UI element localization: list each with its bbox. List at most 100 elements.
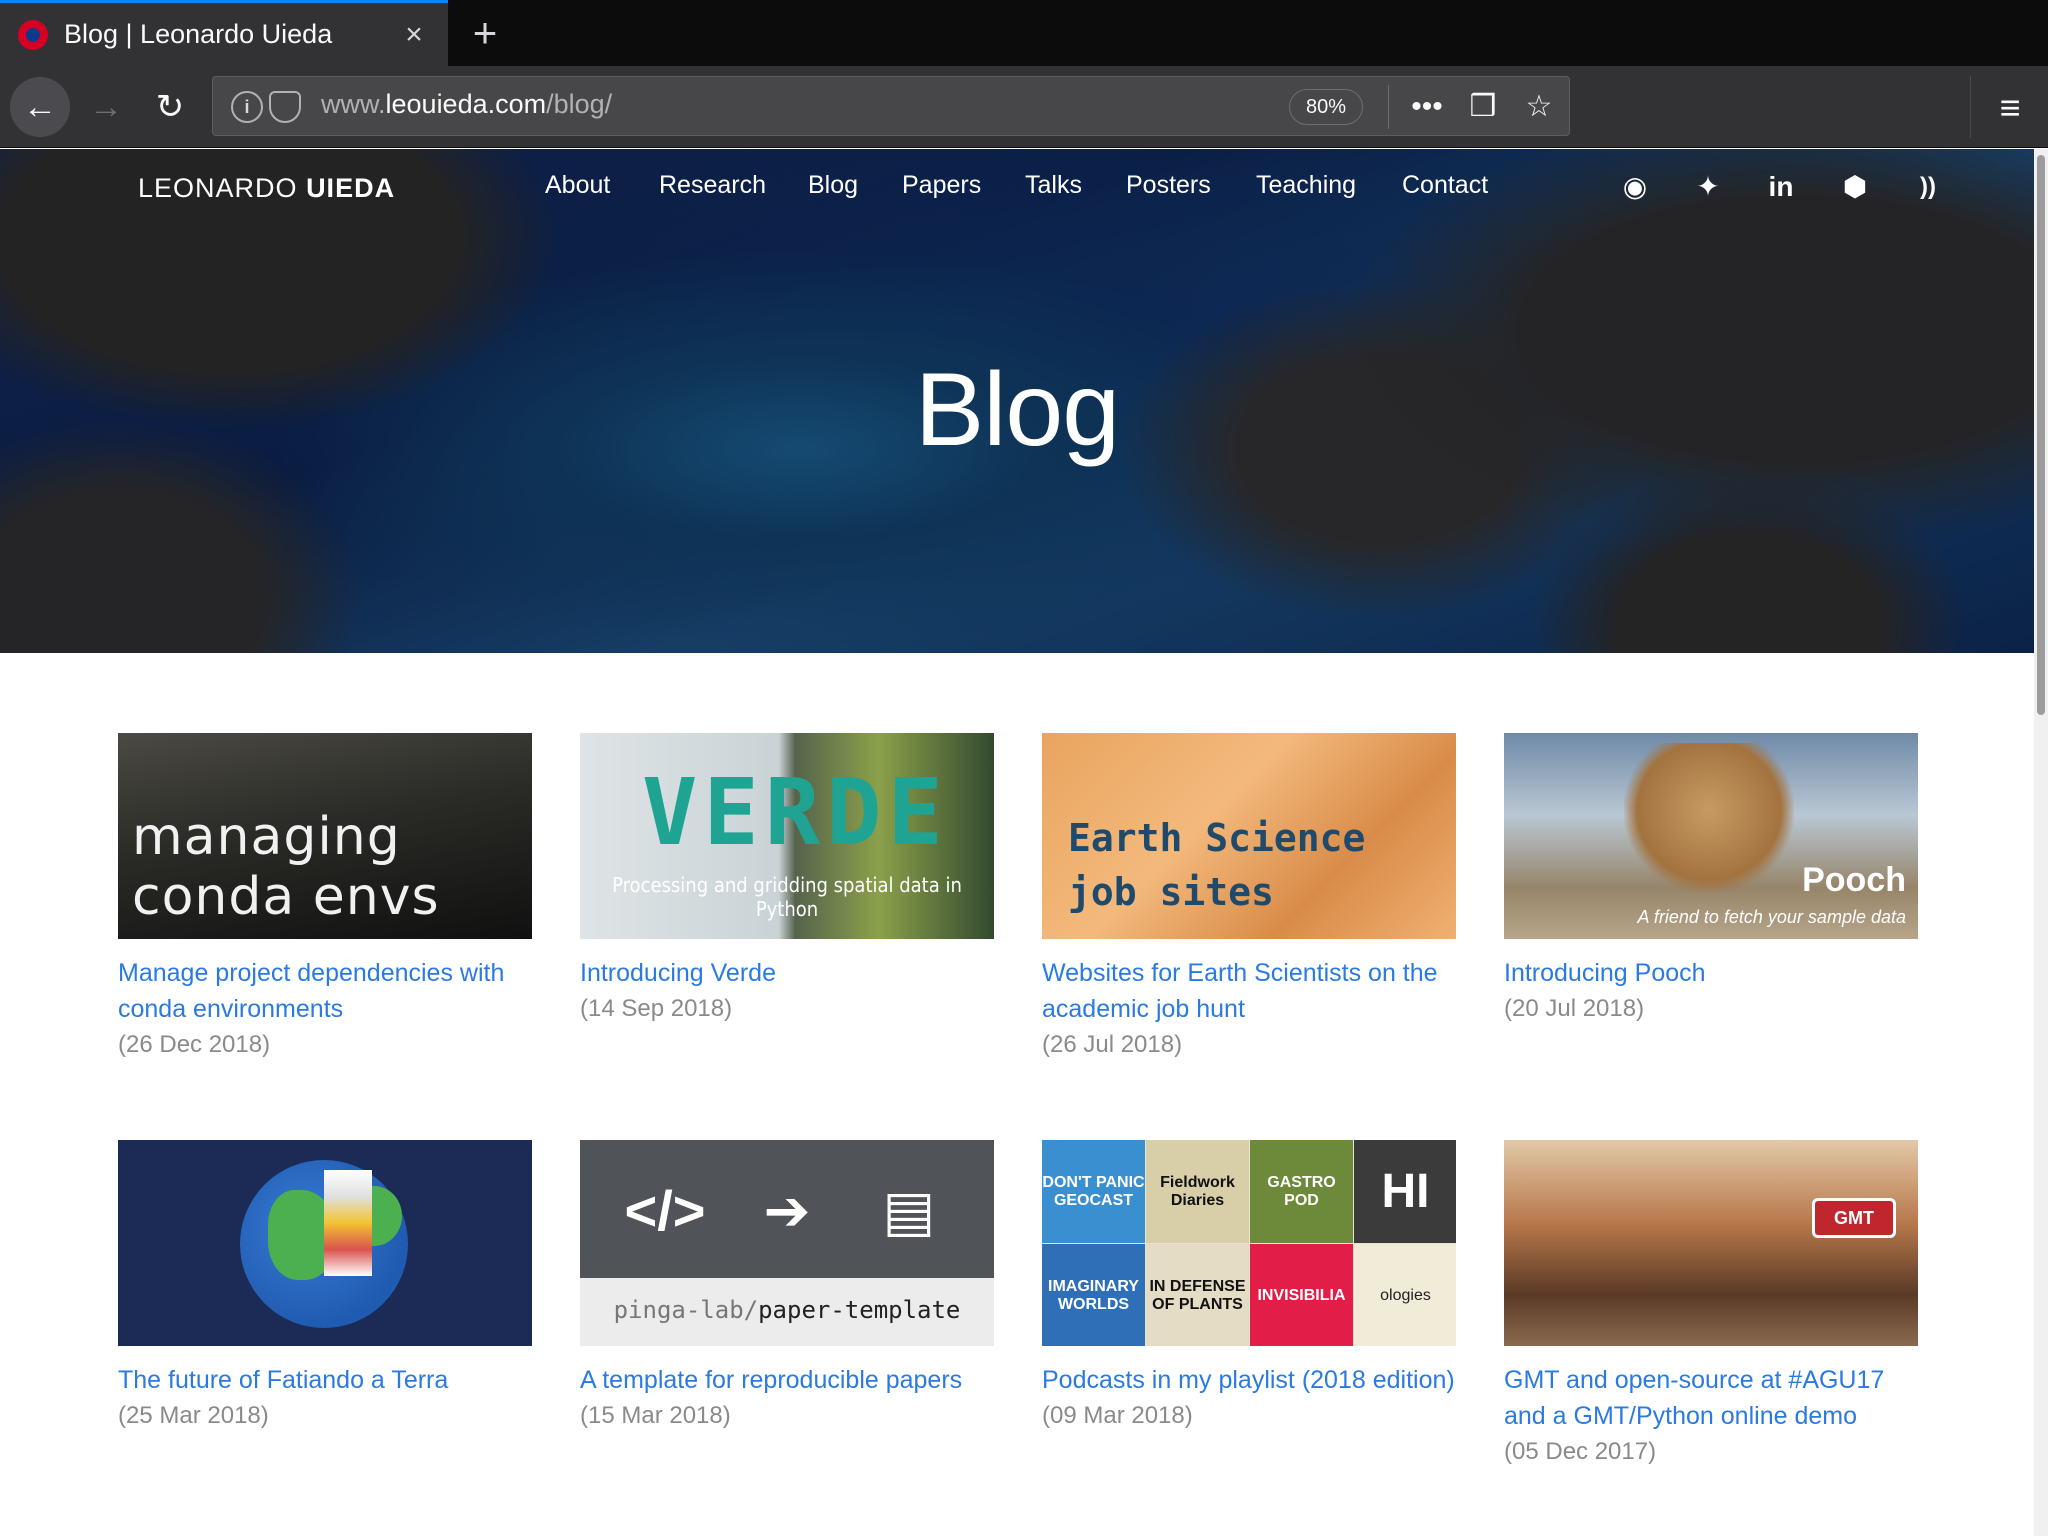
reload-icon[interactable]: ↻ <box>140 77 200 137</box>
thumbnail-subtitle: Processing and gridding spatial data in … <box>612 873 962 921</box>
post-date: (20 Jul 2018) <box>1504 995 1645 1022</box>
nav-link-contact[interactable]: Contact <box>1402 171 1488 200</box>
url-path: /blog/ <box>546 89 613 119</box>
post-title-link[interactable]: Manage project dependencies with conda e… <box>118 955 532 1027</box>
site-favicon-icon <box>18 19 48 50</box>
post-thumbnail-pooch[interactable]: Pooch A friend to fetch your sample data <box>1504 733 1918 939</box>
podcast-tile: GASTRO POD <box>1250 1140 1353 1243</box>
post-thumbnail-gmt[interactable]: GMT <box>1504 1140 1918 1346</box>
tab-title: Blog | Leonardo Uieda <box>64 19 333 49</box>
post-title-link[interactable]: Introducing Pooch <box>1504 955 1918 991</box>
tab-close-icon[interactable]: × <box>394 18 434 52</box>
twitter-icon[interactable]: ✦ <box>1688 167 1728 207</box>
thumbnail-caption-line: job sites <box>1068 870 1274 914</box>
thumbnail-subtitle: A friend to fetch your sample data <box>1637 907 1906 927</box>
tab-strip: Blog | Leonardo Uieda × + <box>0 0 2048 66</box>
post-thumbnail-podcasts[interactable]: DON'T PANIC GEOCAST Fieldwork Diaries GA… <box>1042 1140 1456 1346</box>
post-card: DON'T PANIC GEOCAST Fieldwork Diaries GA… <box>1042 1140 1456 1434</box>
post-date: (26 Jul 2018) <box>1042 1031 1183 1058</box>
post-thumbnail-verde[interactable]: VERDE Processing and gridding spatial da… <box>580 733 994 939</box>
back-arrow-icon[interactable]: ← <box>10 77 70 137</box>
post-title-link[interactable]: Podcasts in my playlist (2018 edition) <box>1042 1362 1456 1398</box>
site-brand[interactable]: LEONARDO UIEDA <box>138 173 395 204</box>
podcast-tile: DON'T PANIC GEOCAST <box>1042 1140 1145 1243</box>
post-date: (15 Mar 2018) <box>580 1402 731 1429</box>
brand-first-name: LEONARDO <box>138 173 298 203</box>
nav-link-teaching[interactable]: Teaching <box>1256 171 1356 200</box>
thumbnail-caption-line: conda envs <box>132 867 440 927</box>
post-card: The future of Fatiando a Terra (25 Mar 2… <box>118 1140 532 1434</box>
post-thumbnail-conda[interactable]: managing conda envs <box>118 733 532 939</box>
post-card: Pooch A friend to fetch your sample data… <box>1504 733 1918 1027</box>
post-date: (05 Dec 2017) <box>1504 1438 1657 1465</box>
linkedin-icon[interactable]: in <box>1761 167 1801 207</box>
hamburger-menu-icon[interactable]: ≡ <box>1982 80 2038 136</box>
pocket-icon[interactable]: ❒ <box>1459 83 1507 131</box>
url-prefix: www. <box>321 89 386 119</box>
post-card: GMT GMT and open-source at #AGU17 and a … <box>1504 1140 1918 1470</box>
podcast-tile: ologies <box>1354 1244 1456 1346</box>
repo-owner: pinga-lab/ <box>613 1296 759 1324</box>
page-scrollbar[interactable] <box>2034 149 2048 1536</box>
post-card: VERDE Processing and gridding spatial da… <box>580 733 994 1027</box>
arrow-right-icon: ➔ <box>763 1179 811 1242</box>
post-title-link[interactable]: The future of Fatiando a Terra <box>118 1362 532 1398</box>
gmt-sign: GMT <box>1812 1198 1896 1238</box>
nav-link-papers[interactable]: Papers <box>902 171 981 200</box>
post-title-link[interactable]: Websites for Earth Scientists on the aca… <box>1042 955 1456 1027</box>
toolbar-divider <box>1970 76 1971 138</box>
post-title-link[interactable]: A template for reproducible papers <box>580 1362 994 1398</box>
brand-last-name: UIEDA <box>306 173 396 203</box>
address-bar[interactable]: i www.leouieda.com/blog/ 80% ••• ❒ ☆ <box>212 76 1570 136</box>
url-host: leouieda.com <box>385 89 547 119</box>
scrollbar-thumb[interactable] <box>2037 155 2045 715</box>
forward-arrow-icon[interactable]: → <box>76 77 136 137</box>
thumbnail-logo-text: VERDE <box>642 759 949 866</box>
post-card: </> ➔ ▤ pinga-lab/paper-template A templ… <box>580 1140 994 1434</box>
thumbnail-caption-line: managing <box>132 807 401 867</box>
podcast-tile: IMAGINARY WORLDS <box>1042 1244 1145 1346</box>
address-bar-divider <box>1388 85 1389 129</box>
dog-photo <box>1624 743 1794 893</box>
new-tab-icon[interactable]: + <box>460 6 510 60</box>
github-icon[interactable]: ◉ <box>1615 167 1655 207</box>
nav-link-blog[interactable]: Blog <box>808 171 858 200</box>
post-card: Earth Science job sites Websites for Eart… <box>1042 733 1456 1063</box>
document-icon: ▤ <box>882 1179 936 1242</box>
nav-link-posters[interactable]: Posters <box>1126 171 1211 200</box>
thumbnail-caption-line: Earth Science <box>1068 816 1366 860</box>
tracking-protection-shield-icon[interactable] <box>269 91 301 123</box>
post-thumbnail-fatiando[interactable] <box>118 1140 532 1346</box>
nav-link-research[interactable]: Research <box>659 171 766 200</box>
post-card: managing conda envs Manage project depend… <box>118 733 532 1063</box>
thumbnail-caption: Earth Science job sites <box>1068 811 1365 919</box>
podcast-tile: INVISIBILIA <box>1250 1244 1353 1346</box>
thumbnail-logo-text: Pooch <box>1802 861 1906 899</box>
code-icon: </> <box>624 1179 706 1242</box>
post-title-link[interactable]: Introducing Verde <box>580 955 994 991</box>
post-title-link[interactable]: GMT and open-source at #AGU17 and a GMT/… <box>1504 1362 1918 1434</box>
fatiando-logo-patch <box>324 1170 372 1276</box>
podcast-tile: HI <box>1354 1140 1456 1243</box>
post-date: (26 Dec 2018) <box>118 1031 271 1058</box>
post-date: (25 Mar 2018) <box>118 1402 269 1429</box>
nav-link-about[interactable]: About <box>545 171 610 200</box>
url-text[interactable]: www.leouieda.com/blog/ <box>321 89 612 120</box>
page-viewport: LEONARDO UIEDA About Research Blog Paper… <box>0 149 2048 1536</box>
page-actions-menu-icon[interactable]: ••• <box>1403 83 1451 131</box>
site-info-icon[interactable]: i <box>231 91 263 123</box>
podcast-tile: Fieldwork Diaries <box>1146 1140 1249 1243</box>
post-date: (14 Sep 2018) <box>580 995 733 1022</box>
zoom-level-badge[interactable]: 80% <box>1289 89 1363 125</box>
repo-name: pinga-lab/paper-template <box>580 1296 994 1324</box>
post-thumbnail-paper-template[interactable]: </> ➔ ▤ pinga-lab/paper-template <box>580 1140 994 1346</box>
post-thumbnail-earth-science-jobs[interactable]: Earth Science job sites <box>1042 733 1456 939</box>
rss-icon[interactable]: )) <box>1908 167 1948 207</box>
tags-icon[interactable]: ⬢ <box>1835 167 1875 207</box>
tab-active[interactable]: Blog | Leonardo Uieda × <box>0 0 448 66</box>
bookmark-star-icon[interactable]: ☆ <box>1515 83 1563 131</box>
thumbnail-caption: managing conda envs <box>132 807 440 927</box>
repo-title: paper-template <box>758 1296 961 1324</box>
nav-link-talks[interactable]: Talks <box>1025 171 1082 200</box>
page-title: Blog <box>914 352 1120 468</box>
